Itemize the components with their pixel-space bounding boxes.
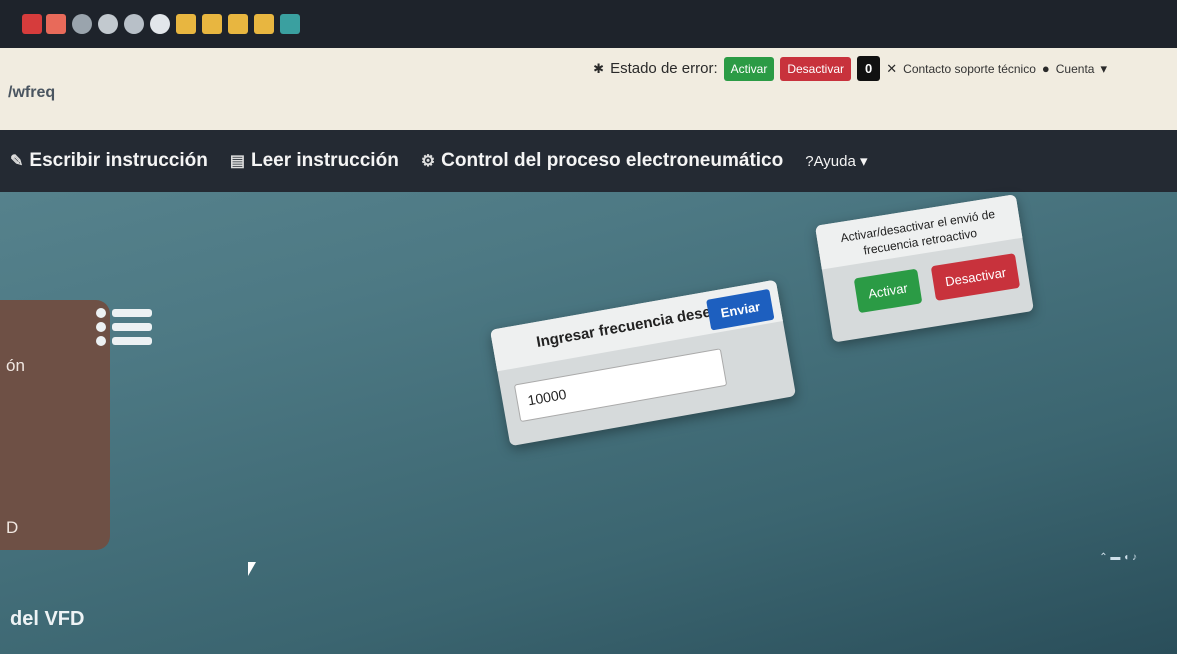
system-tray-icon: ⌃ ▬ ◖ ♪: [1099, 552, 1137, 563]
brand-path[interactable]: /wfreq: [8, 84, 55, 102]
account-menu[interactable]: Cuenta: [1056, 62, 1095, 76]
bookmark-icon[interactable]: [228, 14, 248, 34]
user-icon: ●: [1041, 61, 1050, 76]
bookmark-icon[interactable]: [98, 14, 118, 34]
error-count-badge: 0: [857, 56, 881, 81]
menu-dot: [96, 322, 106, 332]
bookmark-icon[interactable]: [46, 14, 66, 34]
app-screen: /wfreq ✱ Estado de error: Activar Desact…: [0, 0, 1177, 654]
menu-bar: [112, 337, 152, 345]
bookmark-icon[interactable]: [254, 14, 274, 34]
menu-bar: [112, 309, 152, 317]
error-deactivate-button[interactable]: Desactivar: [780, 56, 852, 81]
sidebar-item-vfd[interactable]: del VFD: [10, 608, 84, 631]
error-status-label: Estado de error:: [610, 60, 718, 77]
bookmarks-bar: [0, 0, 1177, 48]
bookmark-icon[interactable]: [202, 14, 222, 34]
menu-dot: [96, 336, 106, 346]
bookmark-icon[interactable]: [22, 14, 42, 34]
nav-write-instruction[interactable]: ✎ Escribir instrucción: [10, 150, 208, 172]
nav-help[interactable]: ?Ayuda ▾: [805, 152, 867, 170]
menu-dot: [96, 308, 106, 318]
bug-icon: ✱: [593, 60, 605, 76]
caret-down-icon: ▾: [1100, 60, 1107, 76]
gears-icon: ⚙: [420, 153, 436, 170]
nav-item-label: Leer instrucción: [250, 150, 399, 171]
error-activate-button[interactable]: Activar: [723, 56, 775, 81]
question-icon: ?: [805, 153, 814, 170]
sidebar-item-label[interactable]: D: [6, 518, 18, 538]
frequency-card: Ingresar frecuencia deseada 10000 Enviar: [490, 279, 797, 447]
status-bar: /wfreq ✱ Estado de error: Activar Desact…: [0, 48, 1177, 130]
caret-down-icon: ▾: [860, 153, 868, 170]
feedback-activate-button[interactable]: Activar: [853, 268, 923, 314]
mouse-cursor-icon: [248, 562, 256, 576]
support-link[interactable]: Contacto soporte técnico: [903, 62, 1036, 76]
document-icon: ▤: [229, 153, 245, 170]
bookmark-icon[interactable]: [72, 14, 92, 34]
nav-read-instruction[interactable]: ▤ Leer instrucción: [230, 150, 399, 172]
bookmark-icon[interactable]: [176, 14, 196, 34]
edit-icon: ✎: [10, 153, 24, 170]
bookmark-icon[interactable]: [124, 14, 144, 34]
bookmark-icon[interactable]: [150, 14, 170, 34]
main-navbar: ✎ Escribir instrucción ▤ Leer instrucción …: [0, 130, 1177, 192]
nav-process-control[interactable]: ⚙ Control del proceso electroneumático: [421, 150, 783, 172]
nav-item-label: Ayuda: [813, 153, 856, 170]
menu-toggle-icon[interactable]: [96, 306, 156, 348]
nav-item-label: Escribir instrucción: [29, 150, 208, 171]
feedback-deactivate-button[interactable]: Desactivar: [930, 253, 1021, 301]
sidebar-item-label[interactable]: ón: [6, 356, 25, 376]
bookmark-icon[interactable]: [280, 14, 300, 34]
feedback-card: Activar/desactivar el envió de frecuenci…: [815, 194, 1034, 343]
tools-icon: ✕: [886, 60, 898, 76]
menu-bar: [112, 323, 152, 331]
sidebar-panel: ón D: [0, 300, 110, 550]
nav-item-label: Control del proceso electroneumático: [441, 150, 784, 171]
error-status-group: ✱ Estado de error: Activar Desactivar 0 …: [593, 56, 1107, 81]
